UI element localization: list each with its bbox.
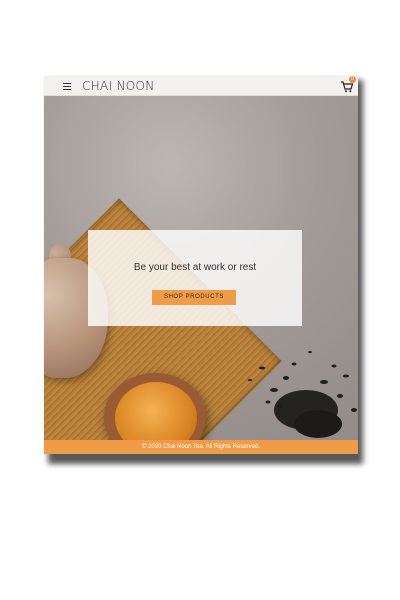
device-screen: CHAI NOON 0 Be your best at work or rest… <box>44 76 358 454</box>
menu-icon-line <box>63 88 71 90</box>
menu-icon-line <box>63 85 71 87</box>
site-footer: © 2020 Chai Noon Tea. All Rights Reserve… <box>44 440 358 454</box>
promo-box: Be your best at work or rest <box>88 230 302 326</box>
menu-icon-line <box>63 82 71 84</box>
tea-leaves-image <box>248 351 357 438</box>
hero-tagline: Be your best at work or rest <box>133 262 257 273</box>
site-logo[interactable]: CHAI NOON <box>82 79 155 93</box>
site-header: CHAI NOON 0 <box>44 76 358 96</box>
copyright-text: © 2020 Chai Noon Tea. All Rights Reserve… <box>141 444 261 450</box>
menu-button[interactable] <box>61 80 75 92</box>
cart-button[interactable]: 0 <box>340 76 356 93</box>
cart-count-badge: 0 <box>349 76 356 83</box>
shop-products-button[interactable]: SHOP PRODUCTS <box>152 290 236 305</box>
